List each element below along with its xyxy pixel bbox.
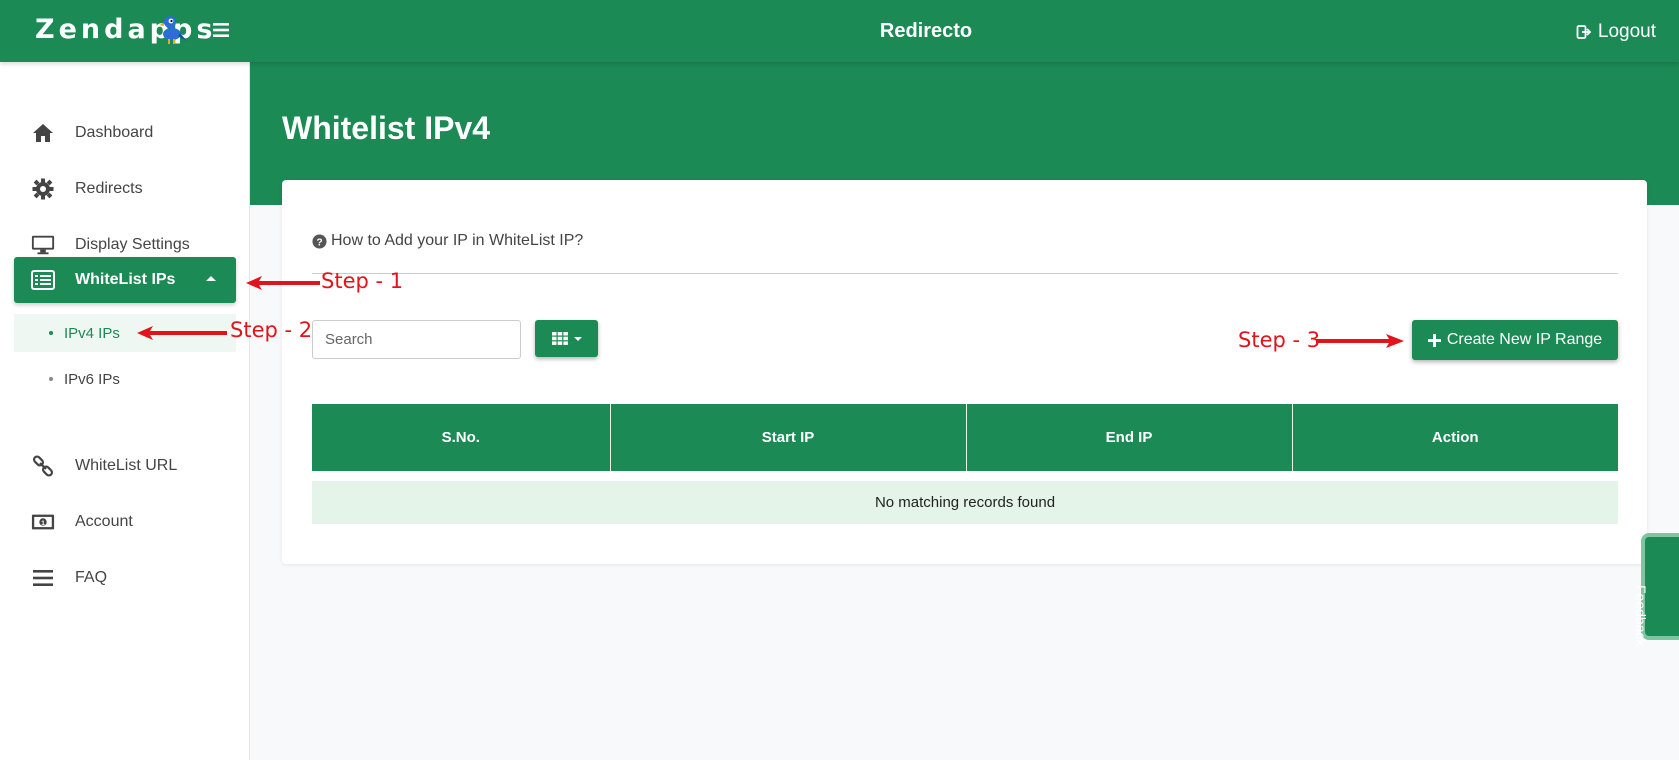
table-empty-row: No matching records found xyxy=(312,481,1618,524)
column-header-end-ip[interactable]: End IP xyxy=(966,404,1293,471)
money-icon: 1 xyxy=(31,510,55,534)
logout-icon xyxy=(1576,25,1592,39)
empty-message: No matching records found xyxy=(312,481,1618,524)
column-header-sno[interactable]: S.No. xyxy=(312,404,611,471)
monitor-icon xyxy=(31,233,55,257)
ip-table: S.No. Start IP End IP Action No matching… xyxy=(312,404,1618,524)
divider xyxy=(312,273,1618,274)
sidebar-item-label: WhiteList IPs xyxy=(75,271,176,288)
list-icon xyxy=(31,268,55,292)
sidebar-item-dashboard[interactable]: Dashboard xyxy=(14,111,236,155)
sidebar-subitem-label: IPv6 IPs xyxy=(64,370,120,388)
bullet-icon xyxy=(49,377,53,381)
feedback-label: Feedback xyxy=(1633,585,1649,647)
sidebar-subitem-ipv6[interactable]: IPv6 IPs xyxy=(14,360,236,398)
columns-toggle-button[interactable] xyxy=(535,320,598,357)
sidebar-item-whitelist-url[interactable]: WhiteList URL xyxy=(14,444,236,488)
sidebar-item-faq[interactable]: FAQ xyxy=(14,556,236,600)
step2-annotation: Step - 2 xyxy=(230,318,313,342)
create-ip-range-button[interactable]: Create New IP Range xyxy=(1412,320,1618,360)
step1-arrow-icon xyxy=(246,276,320,290)
sidebar-item-label: Account xyxy=(75,513,133,530)
sidebar-item-label: FAQ xyxy=(75,569,108,586)
sidebar: Dashboard Redirects Display Settings Whi… xyxy=(0,62,250,760)
column-header-action[interactable]: Action xyxy=(1292,404,1618,471)
sidebar-item-label: Display Settings xyxy=(75,236,190,253)
column-header-start-ip[interactable]: Start IP xyxy=(610,404,967,471)
sidebar-item-account[interactable]: 1 Account xyxy=(14,500,236,544)
step2-arrow-icon xyxy=(137,326,227,340)
home-icon xyxy=(31,121,55,145)
table-spacer xyxy=(312,471,1618,481)
bullet-icon xyxy=(49,331,53,335)
step1-annotation: Step - 1 xyxy=(321,269,404,293)
logout-link[interactable]: Logout xyxy=(1576,21,1656,43)
sidebar-item-label: WhiteList URL xyxy=(75,457,178,474)
table-header-row: S.No. Start IP End IP Action xyxy=(312,404,1618,471)
app-title: Redirecto xyxy=(879,20,973,42)
step3-arrow-icon xyxy=(1316,334,1404,348)
search-input[interactable] xyxy=(312,320,521,359)
sidebar-item-whitelist-ips[interactable]: WhiteList IPs xyxy=(14,257,236,303)
create-button-label: Create New IP Range xyxy=(1446,331,1603,348)
caret-up-icon xyxy=(206,276,216,281)
caret-down-icon xyxy=(573,336,582,341)
feedback-tab[interactable]: Feedback xyxy=(1633,533,1679,646)
question-circle-icon: ? xyxy=(312,233,327,249)
bars-icon xyxy=(31,566,55,590)
sidebar-item-label: Dashboard xyxy=(75,124,154,141)
step3-annotation: Step - 3 xyxy=(1238,328,1321,352)
sidebar-item-label: Redirects xyxy=(75,180,143,197)
logout-label: Logout xyxy=(1597,21,1656,42)
link-icon xyxy=(31,454,55,478)
sidebar-subitem-label: IPv4 IPs xyxy=(64,324,120,342)
help-link[interactable]: ? How to Add your IP in WhiteList IP? xyxy=(312,232,583,250)
gear-icon xyxy=(31,177,55,201)
svg-text:?: ? xyxy=(316,237,322,248)
help-text: How to Add your IP in WhiteList IP? xyxy=(331,232,584,249)
top-navbar: Zendapps Redirecto Logout xyxy=(0,0,1679,62)
plus-icon xyxy=(1427,333,1441,347)
page-title: Whitelist IPv4 xyxy=(282,110,491,146)
grid-icon xyxy=(551,332,568,345)
svg-text:1: 1 xyxy=(41,520,45,527)
sidebar-item-redirects[interactable]: Redirects xyxy=(14,167,236,211)
